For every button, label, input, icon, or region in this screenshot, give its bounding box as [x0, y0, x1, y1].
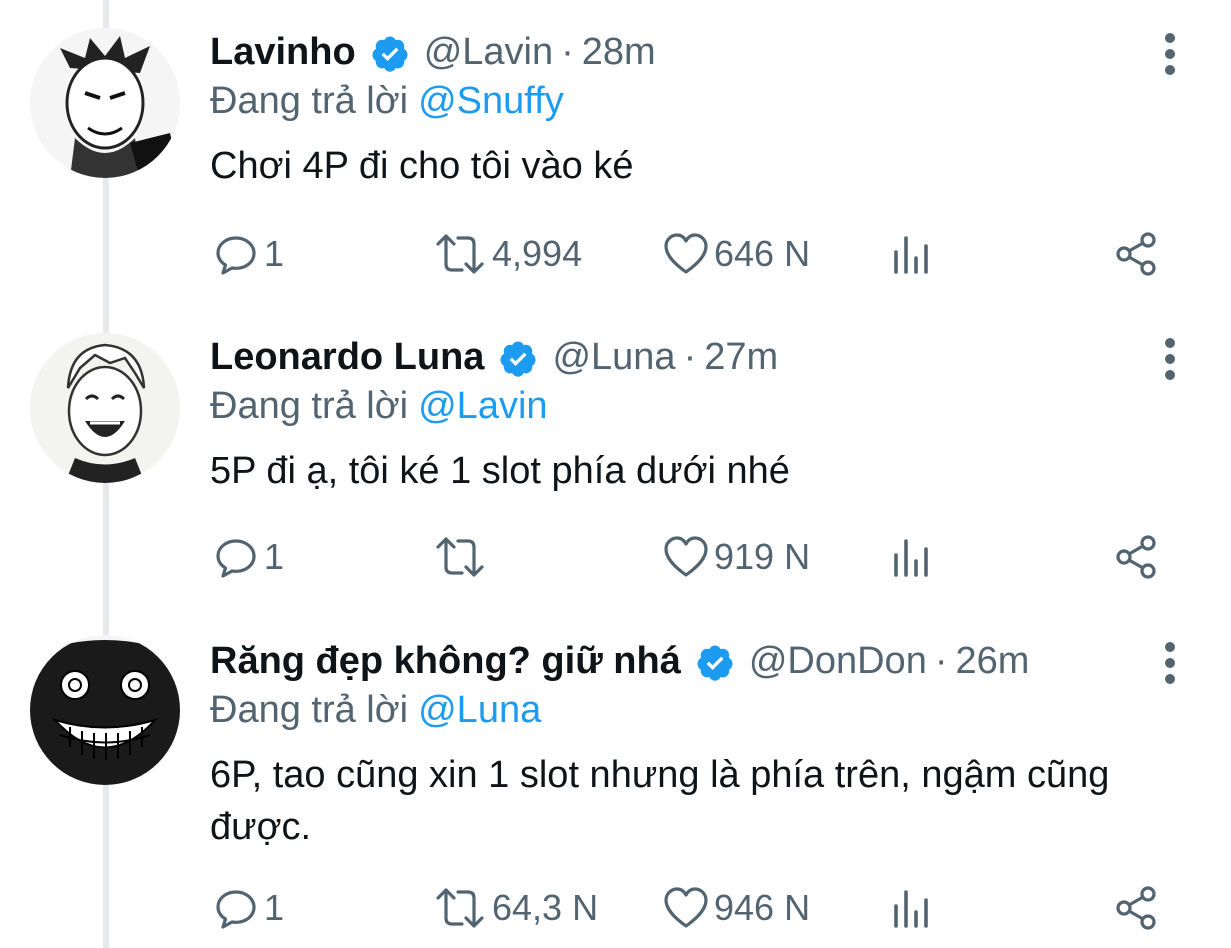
reply-count: 1 — [264, 536, 285, 577]
tweet[interactable]: Răng đẹp không? giữ nhá @DonDon · 26m Đa… — [0, 631, 1231, 948]
retweet-icon — [436, 888, 484, 928]
retweet-button[interactable]: 64,3 N — [432, 878, 598, 938]
reply-button[interactable]: 1 — [212, 878, 284, 938]
reply-count: 1 — [264, 887, 285, 928]
author-handle[interactable]: @Lavin — [424, 22, 553, 82]
action-bar: 1 64,3 N 946 N — [0, 878, 1231, 938]
like-button[interactable]: 646 N — [662, 224, 810, 284]
timestamp[interactable]: 27m — [704, 327, 778, 387]
separator-dot: · — [561, 31, 574, 73]
action-bar: 1 919 N — [0, 527, 1231, 587]
tweet[interactable]: Lavinho @Lavin · 28m Đang trả lời @Snuffy… — [0, 22, 1231, 292]
reply-button[interactable]: 1 — [212, 527, 284, 587]
like-count: 946 N — [714, 887, 811, 928]
analytics-button[interactable] — [890, 224, 934, 284]
avatar[interactable] — [30, 333, 180, 483]
avatar[interactable] — [30, 28, 180, 178]
share-button[interactable] — [1112, 527, 1160, 587]
more-vertical-icon[interactable] — [1150, 30, 1190, 78]
share-icon — [1116, 535, 1156, 579]
bar-chart-icon — [894, 890, 928, 928]
share-icon — [1116, 232, 1156, 276]
timestamp[interactable]: 26m — [955, 631, 1029, 691]
author-name[interactable]: Lavinho — [210, 22, 356, 82]
share-button[interactable] — [1112, 878, 1160, 938]
retweet-icon — [436, 537, 484, 577]
reply-mention[interactable]: @Lavin — [418, 385, 547, 427]
like-button[interactable]: 919 N — [662, 527, 810, 587]
analytics-button[interactable] — [890, 527, 934, 587]
heart-icon — [664, 536, 708, 577]
retweet-icon — [436, 234, 484, 274]
tweet[interactable]: Leonardo Luna @Luna · 27m Đang trả lời @L… — [0, 327, 1231, 597]
bar-chart-icon — [894, 539, 928, 577]
reply-count: 1 — [264, 233, 285, 274]
separator-dot: · — [934, 640, 948, 682]
tweet-header: Leonardo Luna @Luna · 27m — [210, 327, 778, 387]
replying-label: Đang trả lời — [210, 689, 409, 731]
like-button[interactable]: 946 N — [662, 878, 810, 938]
like-count: 919 N — [714, 536, 811, 577]
tweet-text: 6P, tao cũng xin 1 slot nhưng là phía tr… — [210, 754, 1110, 848]
heart-icon — [664, 233, 708, 274]
reply-mention[interactable]: @Luna — [418, 689, 541, 731]
timestamp[interactable]: 28m — [582, 22, 656, 82]
author-name[interactable]: Răng đẹp không? giữ nhá — [210, 631, 681, 691]
verified-badge-icon — [498, 337, 538, 377]
replying-to: Đang trả lời @Snuffy — [210, 76, 564, 126]
author-handle[interactable]: @DonDon — [749, 631, 927, 691]
like-count: 646 N — [714, 233, 811, 274]
reply-bubble-icon — [216, 539, 256, 578]
retweet-button[interactable]: 4,994 — [432, 224, 582, 284]
replying-label: Đang trả lời — [210, 385, 409, 427]
retweet-count: 4,994 — [492, 233, 583, 274]
avatar[interactable] — [30, 635, 180, 785]
author-name[interactable]: Leonardo Luna — [210, 327, 484, 387]
replying-label: Đang trả lời — [210, 80, 409, 122]
share-icon — [1116, 886, 1156, 930]
tweet-text: 5P đi ạ, tôi ké 1 slot phía dưới nhé — [210, 450, 790, 492]
reply-bubble-icon — [216, 236, 256, 275]
bar-chart-icon — [894, 236, 928, 274]
author-handle[interactable]: @Luna — [552, 327, 675, 387]
tweet-text: Chơi 4P đi cho tôi vào ké — [210, 145, 634, 187]
verified-badge-icon — [695, 641, 735, 681]
verified-badge-icon — [370, 32, 410, 72]
tweet-header: Răng đẹp không? giữ nhá @DonDon · 26m — [210, 631, 1029, 691]
heart-icon — [664, 887, 708, 928]
reply-button[interactable]: 1 — [212, 224, 284, 284]
reply-bubble-icon — [216, 890, 256, 929]
analytics-button[interactable] — [890, 878, 934, 938]
retweet-button[interactable] — [432, 527, 492, 587]
replying-to: Đang trả lời @Lavin — [210, 381, 548, 431]
share-button[interactable] — [1112, 224, 1160, 284]
reply-mention[interactable]: @Snuffy — [418, 80, 564, 122]
separator-dot: · — [683, 336, 697, 378]
retweet-count: 64,3 N — [492, 887, 599, 928]
more-vertical-icon[interactable] — [1150, 639, 1190, 687]
action-bar: 1 4,994 646 N — [0, 224, 1231, 284]
tweet-header: Lavinho @Lavin · 28m — [210, 22, 656, 82]
replying-to: Đang trả lời @Luna — [210, 685, 541, 735]
more-vertical-icon[interactable] — [1150, 335, 1190, 383]
